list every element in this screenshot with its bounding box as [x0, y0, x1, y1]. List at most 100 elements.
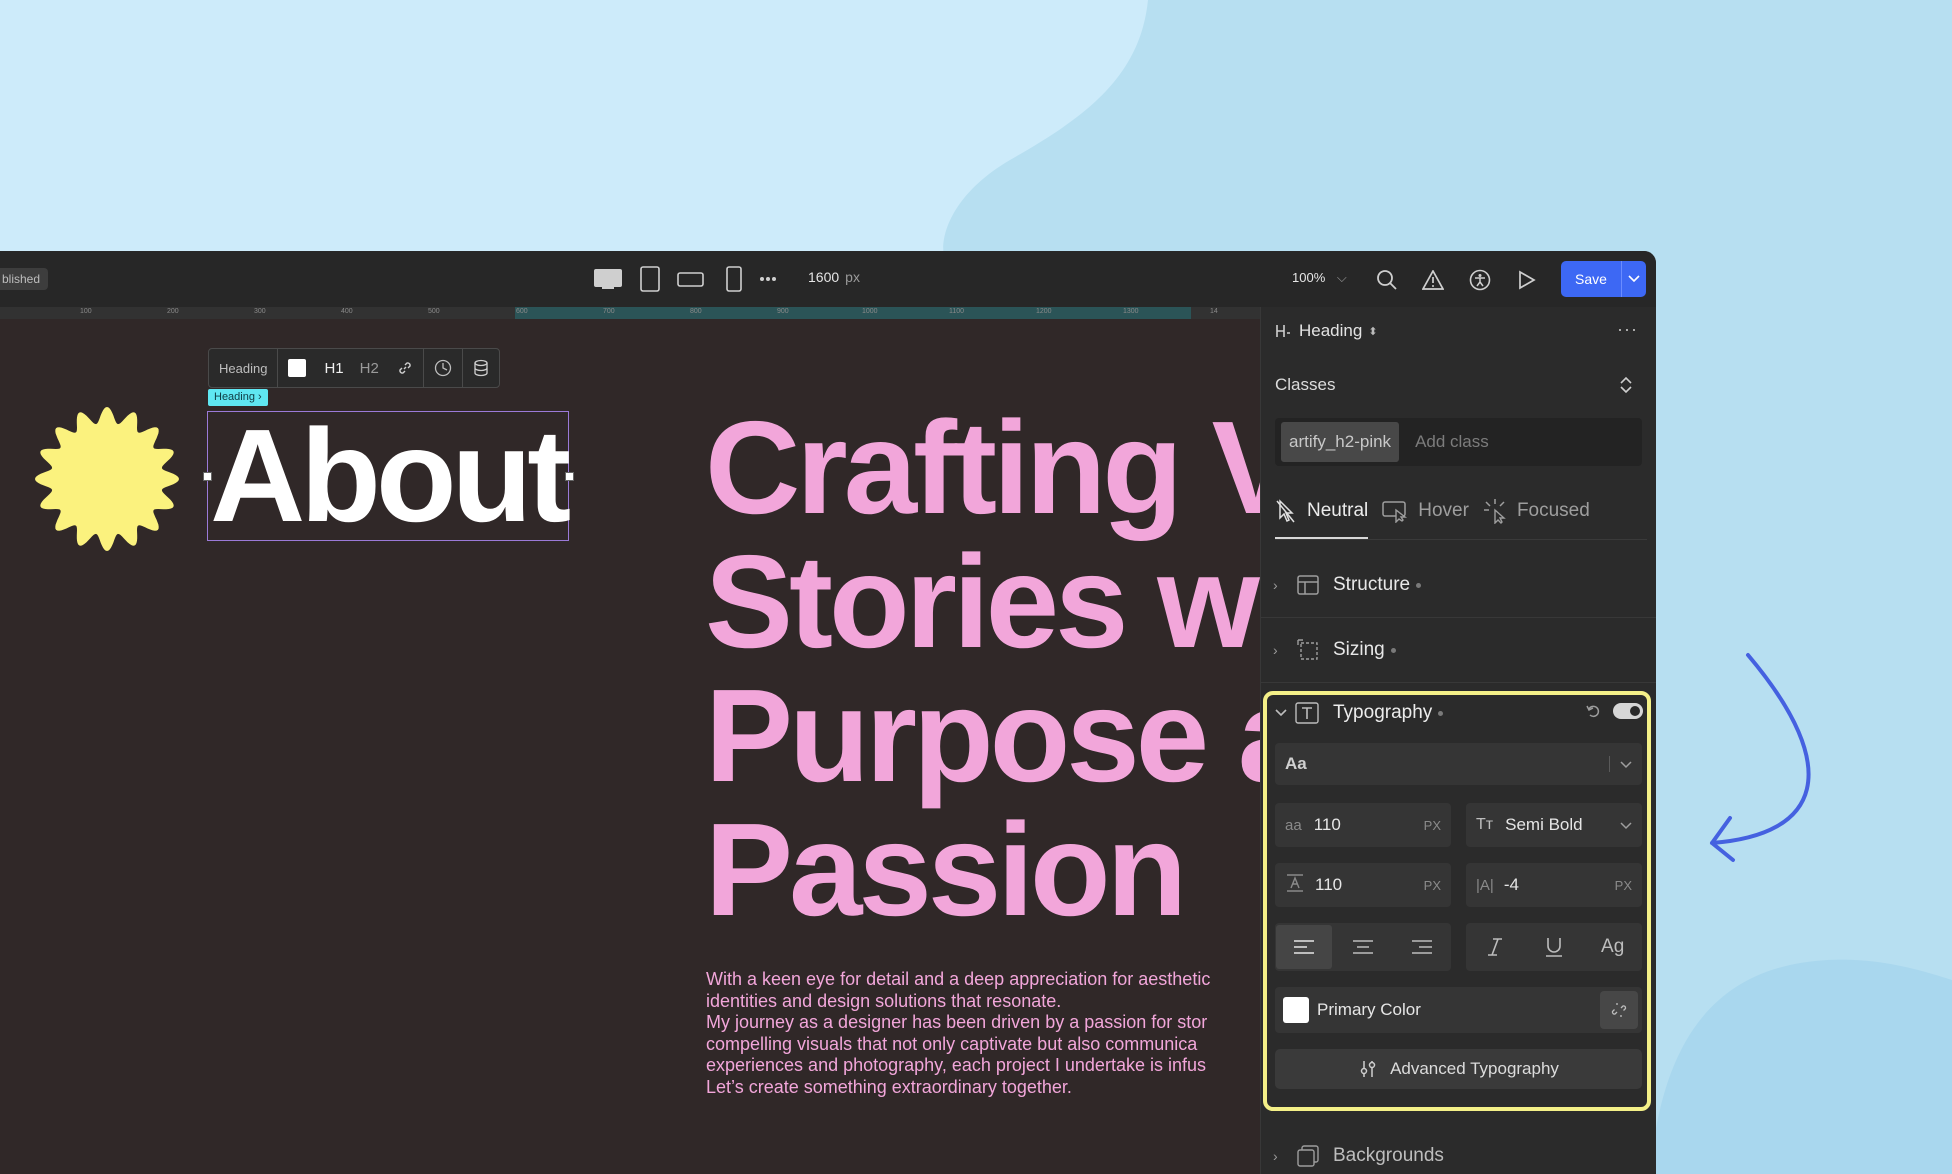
element-title-label: Heading: [1299, 321, 1363, 340]
align-center-button[interactable]: [1335, 925, 1391, 969]
align-left-button[interactable]: [1276, 925, 1333, 969]
italic-icon: [1488, 938, 1503, 956]
ruler-tick: 600: [516, 308, 528, 315]
chevron-down-icon: [1620, 815, 1632, 835]
class-selector[interactable]: artify_h2-pink Add class: [1275, 418, 1642, 466]
ruler-tick: 900: [777, 308, 789, 315]
ruler-tick: 100: [80, 308, 92, 315]
section-typography-label: Typography: [1333, 702, 1433, 723]
ruler-tick: 14: [1210, 308, 1218, 315]
font-weight-select[interactable]: Tт Semi Bold: [1466, 803, 1642, 847]
published-badge: blished: [0, 268, 49, 290]
ruler-tick: 200: [167, 308, 179, 315]
color-swatch-button[interactable]: [278, 349, 316, 387]
resize-handle-right[interactable]: [565, 472, 574, 481]
panel-element-title[interactable]: Heading ⬍: [1275, 319, 1378, 343]
hero-heading-line: Stories w: [705, 528, 1260, 675]
advanced-typography-button[interactable]: Advanced Typography: [1275, 1049, 1642, 1089]
sliders-icon: [1360, 1061, 1376, 1077]
chevron-right-icon: ›: [1273, 577, 1278, 593]
link-icon[interactable]: [387, 349, 423, 387]
text-color-picker[interactable]: Primary Color: [1275, 987, 1642, 1033]
line-height-unit[interactable]: PX: [1424, 878, 1441, 893]
design-canvas[interactable]: Heading H1 H2 Heading › About Crafting V…: [0, 319, 1260, 1174]
tab-hover[interactable]: Hover: [1382, 485, 1469, 537]
advanced-typography-label: Advanced Typography: [1390, 1059, 1559, 1078]
h2-button[interactable]: H2: [352, 349, 387, 387]
tab-focused[interactable]: Focused: [1483, 485, 1590, 537]
section-structure-label: Structure: [1333, 574, 1411, 595]
ruler-selection-highlight: [515, 307, 1191, 319]
line-height-input[interactable]: 110 PX: [1275, 863, 1451, 907]
section-backgrounds-label: Backgrounds: [1333, 1145, 1444, 1166]
underline-button[interactable]: [1526, 925, 1582, 969]
reset-undo-icon[interactable]: [1585, 703, 1601, 724]
layout-icon: [1295, 572, 1321, 598]
save-options-button[interactable]: [1621, 261, 1646, 297]
modified-dot: [1390, 647, 1396, 653]
about-heading[interactable]: About: [207, 410, 571, 542]
font-family-select[interactable]: Aa: [1275, 743, 1642, 785]
typography-toggle[interactable]: [1613, 702, 1643, 724]
accessibility-icon[interactable]: [1467, 267, 1493, 293]
ai-assist-icon[interactable]: [424, 349, 462, 387]
align-right-button[interactable]: [1394, 925, 1450, 969]
text-case-button[interactable]: Ag: [1585, 925, 1641, 969]
letter-spacing-input[interactable]: |A| -4 PX: [1466, 863, 1642, 907]
hero-heading-line: Purpose a: [705, 662, 1260, 809]
font-size-input[interactable]: aa 110 PX: [1275, 803, 1451, 847]
element-toolbar: Heading H1 H2: [208, 348, 500, 388]
chevron-right-icon: ›: [1273, 642, 1278, 658]
ruler-tick: 500: [428, 308, 440, 315]
paragraph-line: identities and design solutions that res…: [706, 990, 1062, 1011]
letter-spacing-unit[interactable]: PX: [1615, 878, 1632, 893]
add-class-input[interactable]: Add class: [1415, 432, 1489, 452]
zoom-dropdown[interactable]: 100% ⌵: [1292, 270, 1347, 286]
h1-button[interactable]: H1: [316, 349, 351, 387]
font-weight-icon: Tт: [1476, 816, 1494, 833]
chevron-down-icon: [1628, 275, 1640, 283]
save-button[interactable]: Save: [1561, 261, 1621, 297]
preview-play-icon[interactable]: [1514, 267, 1540, 293]
style-panel: Heading ⬍ ··· Classes artify_h2-pink Add…: [1260, 307, 1656, 1174]
database-icon[interactable]: [463, 349, 499, 387]
focused-cursor-icon: [1483, 499, 1506, 524]
element-type-label: Heading: [219, 360, 268, 376]
mobile-portrait-icon[interactable]: [718, 263, 750, 295]
section-structure[interactable]: › Structure: [1261, 553, 1656, 618]
mobile-landscape-icon[interactable]: [675, 263, 707, 295]
text-style-icon: [1295, 702, 1321, 724]
unlink-variable-icon[interactable]: [1600, 991, 1638, 1029]
expand-collapse-icon[interactable]: [1619, 375, 1633, 400]
align-center-icon: [1352, 940, 1373, 954]
class-chip[interactable]: artify_h2-pink: [1281, 422, 1400, 462]
canvas-width-unit: px: [845, 269, 860, 285]
color-swatch[interactable]: [1283, 997, 1309, 1023]
desktop-device-icon[interactable]: [592, 263, 624, 295]
ruler-tick: 400: [341, 308, 353, 315]
text-style-group: Ag: [1466, 923, 1642, 971]
resize-handle-left[interactable]: [203, 472, 212, 481]
warning-icon[interactable]: [1420, 267, 1446, 293]
section-typography-header[interactable]: Typography: [1261, 683, 1656, 743]
paragraph-line: compelling visuals that not only captiva…: [706, 1033, 1198, 1054]
tablet-device-icon[interactable]: [634, 263, 666, 295]
section-backgrounds[interactable]: › Backgrounds: [1261, 1124, 1656, 1174]
about-paragraph[interactable]: With a keen eye for detail and a deep ap…: [706, 969, 1260, 1098]
hero-heading-line: Passion: [705, 796, 1187, 943]
align-left-icon: [1294, 940, 1315, 954]
canvas-width-value: 1600: [808, 269, 840, 285]
more-devices-icon[interactable]: [752, 263, 784, 295]
chevron-right-icon: ›: [1273, 1148, 1278, 1164]
section-sizing[interactable]: › Sizing: [1261, 618, 1656, 683]
horizontal-ruler: 100 200 300 400 500 600 700 800 900 1000…: [0, 307, 1260, 319]
save-button-group: Save: [1561, 261, 1646, 297]
font-size-unit[interactable]: PX: [1424, 818, 1441, 833]
canvas-width-readout[interactable]: 1600 px: [808, 269, 860, 285]
more-options-icon[interactable]: ···: [1617, 319, 1638, 340]
italic-button[interactable]: [1467, 925, 1523, 969]
search-icon[interactable]: [1374, 267, 1400, 293]
pointer-arrow: [1710, 653, 1811, 862]
hero-heading[interactable]: Crafting V Stories w Purpose a Passion: [705, 401, 1260, 937]
tab-neutral[interactable]: Neutral: [1275, 485, 1369, 539]
